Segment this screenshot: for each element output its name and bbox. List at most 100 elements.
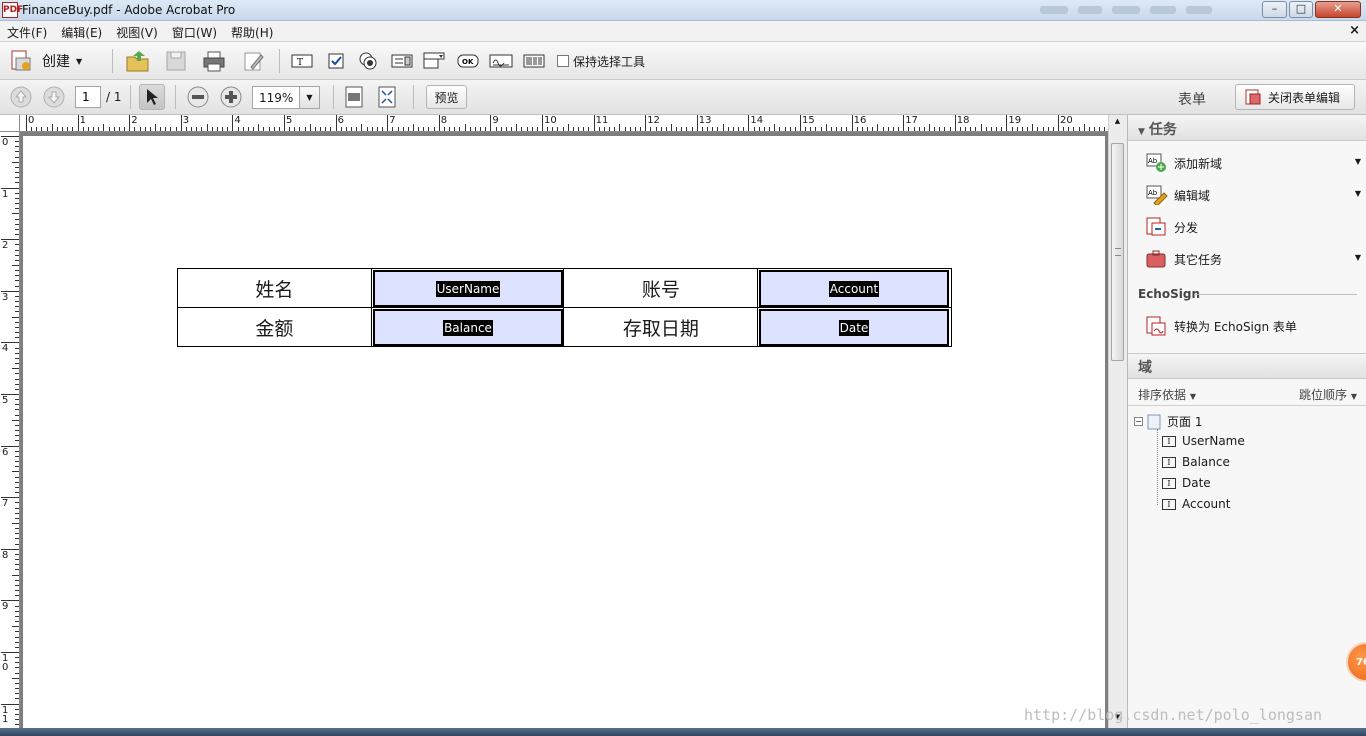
tasks-header[interactable]: ▼ 任务 (1128, 115, 1366, 141)
task-add-new-field[interactable]: Ab 添加新域 ▼ (1146, 151, 1361, 175)
ruler-tick (758, 127, 760, 131)
sign-button[interactable] (240, 48, 268, 74)
tree-field-date[interactable]: I Date (1162, 476, 1211, 490)
menu-window[interactable]: 窗口(W) (165, 21, 224, 41)
ruler-tick (15, 228, 19, 230)
close-window-button[interactable]: ✕ (1315, 1, 1361, 18)
pdf-page[interactable]: 姓名 账号 金额 存取日期 UserName Account Balance D… (23, 136, 1105, 728)
ruler-tick (15, 476, 19, 478)
page-number-input[interactable] (75, 86, 101, 108)
barcode-tool[interactable] (522, 51, 546, 71)
tree-page-node[interactable]: − 页面 1 (1134, 413, 1202, 430)
fit-page-button[interactable] (341, 84, 367, 110)
open-button[interactable] (124, 48, 152, 74)
ruler-tick (15, 492, 19, 494)
ruler-tick (12, 161, 19, 163)
ruler-tick (15, 409, 19, 411)
menu-file[interactable]: 文件(F) (0, 21, 54, 41)
ruler-tick-label: 6 (2, 446, 9, 458)
checkbox-tool[interactable] (325, 51, 347, 71)
keep-tool-selected-checkbox[interactable]: 保持选择工具 (557, 53, 657, 69)
task-distribute[interactable]: 分发 (1146, 215, 1361, 239)
date-form-field[interactable]: Date (759, 309, 949, 346)
digital-signature-tool[interactable] (488, 51, 514, 71)
collapse-icon[interactable]: − (1134, 417, 1143, 426)
vertical-scrollbar[interactable]: ▲ ▼ (1108, 115, 1126, 728)
checkbox-box[interactable] (557, 55, 569, 67)
scroll-up-icon[interactable]: ▲ (1111, 117, 1124, 127)
sort-by-dropdown[interactable]: 排序依据 ▼ (1138, 386, 1196, 403)
edit-field-icon: Ab (1146, 185, 1168, 205)
ruler-tick (191, 127, 193, 131)
list-box-tool[interactable] (390, 51, 414, 71)
date-field-name: Date (838, 319, 870, 336)
ruler-tick (216, 127, 218, 131)
ruler-tick (361, 124, 363, 131)
chevron-down-icon: ▼ (1354, 157, 1361, 166)
ruler-tick (15, 259, 19, 261)
next-page-button[interactable] (42, 85, 66, 109)
preview-button[interactable]: 预览 (426, 85, 467, 109)
menu-edit[interactable]: 编辑(E) (54, 21, 109, 41)
ruler-tick (1, 497, 19, 499)
print-button[interactable] (200, 48, 228, 74)
tab-order-dropdown[interactable]: 跳位顺序 ▼ (1299, 386, 1357, 403)
close-form-edit-button[interactable]: 关闭表单编辑 (1235, 84, 1355, 110)
ruler-tick (72, 127, 74, 131)
button-tool[interactable]: OK (456, 51, 480, 71)
task-other-tasks[interactable]: 其它任务 ▼ (1146, 247, 1361, 271)
ruler-tick (1032, 124, 1034, 131)
ruler-tick (975, 127, 977, 131)
ruler-tick (1, 548, 19, 550)
ruler-tick (650, 127, 652, 131)
chevron-down-icon[interactable]: ▼ (299, 87, 319, 108)
save-button[interactable] (162, 48, 190, 74)
close-document-button[interactable]: × (1349, 23, 1360, 38)
radio-button-icon (359, 52, 377, 70)
ruler-tick (15, 357, 19, 359)
ruler-tick (15, 234, 19, 236)
ruler-tick (15, 657, 19, 659)
window-title: FinanceBuy.pdf - Adobe Acrobat Pro (22, 3, 236, 17)
radio-button-tool[interactable] (357, 51, 379, 71)
tree-field-username[interactable]: I UserName (1162, 434, 1245, 448)
ruler-tick (165, 127, 167, 131)
ruler-tick (954, 115, 956, 131)
zoom-in-button[interactable] (218, 85, 244, 109)
zoom-value: 119% (259, 91, 294, 105)
maximize-button[interactable]: □ (1289, 1, 1313, 18)
ruler-tick-label: 14 (750, 115, 764, 126)
ruler-tick (913, 127, 915, 131)
menu-help[interactable]: 帮助(H) (224, 21, 280, 41)
full-screen-button[interactable] (374, 84, 400, 110)
select-tool-button[interactable] (139, 84, 165, 110)
tree-field-account[interactable]: I Account (1162, 497, 1230, 511)
ruler-tick (12, 213, 19, 215)
ruler-tick (258, 124, 260, 131)
zoom-out-button[interactable] (185, 85, 211, 109)
username-form-field[interactable]: UserName (373, 270, 563, 307)
menu-view[interactable]: 视图(V) (109, 21, 165, 41)
create-button[interactable]: 创建 ▼ (8, 48, 94, 74)
text-field-tool[interactable]: T (290, 51, 314, 71)
balance-form-field[interactable]: Balance (373, 309, 563, 346)
account-form-field[interactable]: Account (759, 270, 949, 307)
ruler-tick-label: 16 (853, 115, 867, 126)
chevron-down-icon: ▼ (1350, 392, 1357, 401)
ruler-tick (1, 703, 19, 705)
dropdown-tool[interactable] (422, 49, 446, 71)
ruler-tick (15, 177, 19, 179)
ruler-tick (330, 127, 332, 131)
tree-field-balance[interactable]: I Balance (1162, 455, 1230, 469)
ruler-tick (242, 127, 244, 131)
ruler-tick (15, 590, 19, 592)
task-convert-echosign[interactable]: 转换为 EchoSign 表单 (1146, 314, 1361, 338)
ruler-tick (567, 124, 569, 131)
ruler-tick-label: 1 (79, 115, 86, 126)
ruler-tick (645, 115, 647, 131)
minimize-button[interactable]: – (1262, 1, 1287, 18)
task-edit-fields[interactable]: Ab 编辑域 ▼ (1146, 183, 1361, 207)
zoom-select[interactable]: 119% ▼ (252, 86, 320, 109)
previous-page-button[interactable] (9, 85, 33, 109)
scrollbar-thumb[interactable] (1111, 143, 1124, 361)
